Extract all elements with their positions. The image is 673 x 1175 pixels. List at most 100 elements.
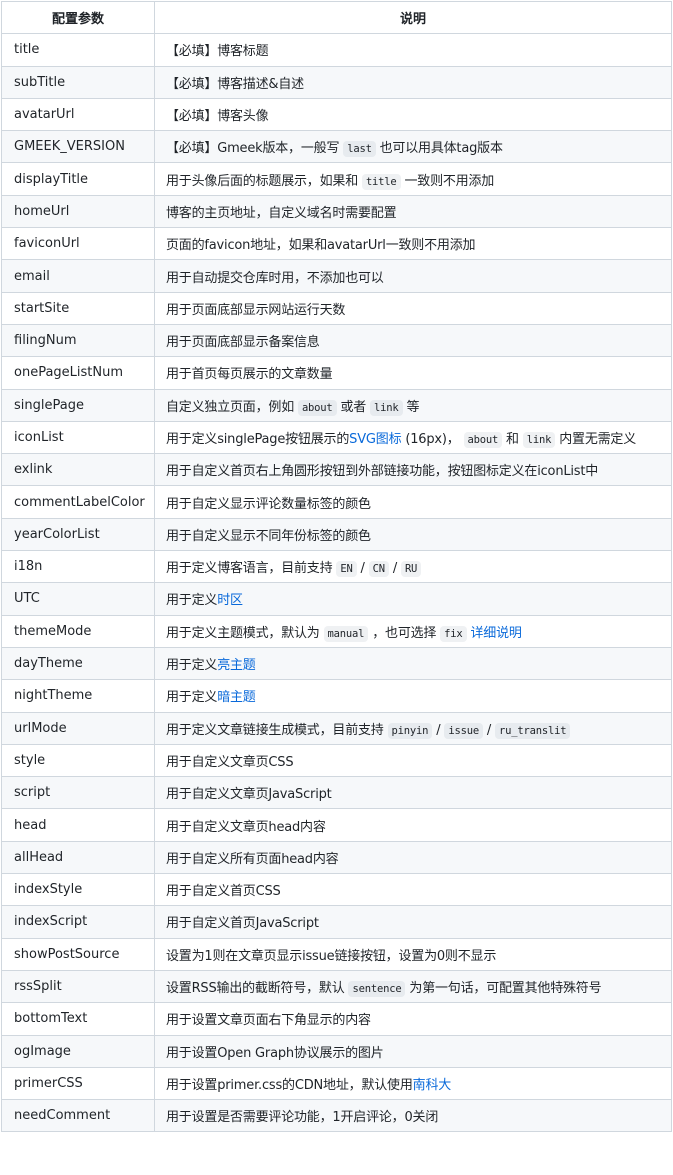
- description-text: 自定义独立页面，例如: [166, 399, 298, 415]
- table-row: email 用于自动提交仓库时用，不添加也可以: [1, 259, 672, 293]
- description-text: 【必填】Gmeek版本，一般写: [166, 141, 344, 157]
- param-description: 用于定义singlePage按钮展示的SVG图标 (16px)， about 和…: [154, 420, 672, 455]
- table-row: bottomText 用于设置文章页面右下角显示的内容: [1, 1002, 672, 1036]
- inline-code: sentence: [348, 981, 406, 998]
- inline-code: link: [370, 399, 403, 416]
- param-description: 用于自定义首页CSS: [154, 873, 672, 907]
- description-text: 用于页面底部显示网站运行天数: [166, 302, 346, 318]
- param-name: indexStyle: [1, 873, 155, 907]
- table-row: rssSplit 设置RSS输出的截断符号，默认 sentence 为第一句话，可…: [1, 969, 672, 1004]
- param-description: 用于页面底部显示备案信息: [154, 323, 672, 358]
- param-name: head: [1, 808, 155, 842]
- param-name: needComment: [1, 1099, 155, 1133]
- param-description: 用于定义亮主题: [154, 646, 672, 681]
- description-text: 等: [402, 399, 420, 415]
- param-description: 【必填】博客头像: [154, 97, 672, 132]
- param-name: GMEEK_VERSION: [1, 130, 155, 164]
- table-row: displayTitle 用于头像后面的标题展示，如果和 title 一致则不用添…: [1, 162, 672, 196]
- inline-code: CN: [368, 561, 389, 578]
- param-description: 用于自动提交仓库时用，不添加也可以: [154, 259, 672, 293]
- param-name: urlMode: [1, 711, 155, 745]
- table-header-row: 配置参数 说明: [1, 0, 672, 35]
- table-row: i18n 用于定义博客语言，目前支持 EN / CN / RU: [1, 550, 672, 584]
- param-name: email: [1, 259, 155, 293]
- param-description: 【必填】博客标题: [154, 33, 672, 67]
- description-text: 设置为1则在文章页显示issue链接按钮，设置为0则不显示: [166, 948, 497, 964]
- param-description: 用于自定义显示评论数量标签的颜色: [154, 485, 672, 519]
- doc-link[interactable]: SVG图标: [349, 432, 401, 447]
- inline-code: about: [297, 399, 337, 416]
- description-text: 用于页面底部显示备案信息: [166, 335, 320, 351]
- description-text: 用于定义: [166, 593, 218, 609]
- param-description: 用于自定义文章页JavaScript: [154, 776, 672, 810]
- table-row: style 用于自定义文章页CSS: [1, 743, 672, 778]
- description-text: /: [432, 722, 445, 738]
- param-name: bottomText: [1, 1002, 155, 1036]
- description-text: /: [482, 722, 495, 738]
- param-description: 用于头像后面的标题展示，如果和 title 一致则不用添加: [154, 162, 672, 196]
- description-text: 用于自定义首页CSS: [166, 884, 281, 900]
- doc-link[interactable]: 时区: [217, 593, 243, 608]
- param-description: 用于设置primer.css的CDN地址，默认使用南科大: [154, 1066, 672, 1101]
- param-description: 用于页面底部显示网站运行天数: [154, 291, 672, 325]
- param-name: indexScript: [1, 905, 155, 939]
- param-name: dayTheme: [1, 646, 155, 681]
- param-description: 设置为1则在文章页显示issue链接按钮，设置为0则不显示: [154, 937, 672, 971]
- header-param: 配置参数: [1, 0, 155, 35]
- param-description: 用于定义主题模式，默认为 manual ，也可选择 fix 详细说明: [154, 614, 672, 648]
- param-name: filingNum: [1, 323, 155, 358]
- table-row: urlMode 用于定义文章链接生成模式，目前支持 pinyin / issue …: [1, 711, 672, 745]
- description-text: 【必填】博客描述&自述: [166, 76, 304, 92]
- table-row: allHead 用于自定义所有页面head内容: [1, 840, 672, 875]
- description-text: 用于设置primer.css的CDN地址，默认使用: [166, 1077, 413, 1093]
- description-text: 也可以用具体tag版本: [375, 141, 503, 157]
- description-text: /: [388, 561, 401, 577]
- description-text: 用于首页每页展示的文章数量: [166, 367, 333, 383]
- param-description: 用于定义文章链接生成模式，目前支持 pinyin / issue / ru_tr…: [154, 711, 672, 745]
- param-name: allHead: [1, 840, 155, 875]
- description-text: 用于设置文章页面右下角显示的内容: [166, 1013, 371, 1029]
- param-name: displayTitle: [1, 162, 155, 196]
- table-row: ogImage 用于设置Open Graph协议展示的图片: [1, 1034, 672, 1068]
- param-description: 用于自定义显示不同年份标签的颜色: [154, 517, 672, 552]
- description-text: 用于自定义所有页面head内容: [166, 851, 339, 867]
- param-name: iconList: [1, 420, 155, 455]
- table-row: iconList 用于定义singlePage按钮展示的SVG图标 (16px)，…: [1, 420, 672, 455]
- table-row: nightTheme 用于定义暗主题: [1, 679, 672, 713]
- doc-link[interactable]: 详细说明: [470, 626, 521, 641]
- param-name: subTitle: [1, 65, 155, 99]
- description-text: 用于自定义文章页head内容: [166, 819, 326, 835]
- table-row: indexStyle 用于自定义首页CSS: [1, 873, 672, 907]
- description-text: 用于设置Open Graph协议展示的图片: [166, 1045, 384, 1061]
- doc-link[interactable]: 亮主题: [217, 658, 256, 673]
- table-row: needComment 用于设置是否需要评论功能，1开启评论，0关闭: [1, 1099, 672, 1133]
- param-description: 设置RSS输出的截断符号，默认 sentence 为第一句话，可配置其他特殊符号: [154, 969, 672, 1004]
- description-text: 用于定义: [166, 658, 218, 674]
- inline-code: ru_translit: [494, 722, 571, 739]
- description-text: 用于设置是否需要评论功能，1开启评论，0关闭: [166, 1110, 439, 1126]
- description-text: 用于自定义文章页CSS: [166, 754, 294, 770]
- doc-link[interactable]: 南科大: [413, 1078, 452, 1093]
- description-text: 【必填】博客标题: [166, 44, 269, 60]
- param-description: 【必填】Gmeek版本，一般写 last 也可以用具体tag版本: [154, 130, 672, 164]
- table-row: startSite 用于页面底部显示网站运行天数: [1, 291, 672, 325]
- param-name: i18n: [1, 550, 155, 584]
- doc-link[interactable]: 暗主题: [217, 690, 256, 705]
- description-text: 用于定义singlePage按钮展示的: [166, 432, 350, 447]
- description-text: 用于定义: [166, 690, 218, 706]
- param-name: primerCSS: [1, 1066, 155, 1101]
- table-row: showPostSource 设置为1则在文章页显示issue链接按钮，设置为0则…: [1, 937, 672, 971]
- table-row: head 用于自定义文章页head内容: [1, 808, 672, 842]
- table-row: title 【必填】博客标题: [1, 33, 672, 67]
- table-row: avatarUrl 【必填】博客头像: [1, 97, 672, 132]
- table-row: filingNum 用于页面底部显示备案信息: [1, 323, 672, 358]
- param-name: onePageListNum: [1, 356, 155, 390]
- param-description: 用于设置文章页面右下角显示的内容: [154, 1002, 672, 1036]
- param-name: ogImage: [1, 1034, 155, 1068]
- description-text: 用于定义文章链接生成模式，目前支持: [166, 722, 388, 738]
- param-description: 用于自定义所有页面head内容: [154, 840, 672, 875]
- description-text: 用于自动提交仓库时用，不添加也可以: [166, 270, 384, 286]
- param-name: avatarUrl: [1, 97, 155, 132]
- description-text: 用于自定义显示不同年份标签的颜色: [166, 528, 371, 544]
- table-row: exlink 用于自定义首页右上角圆形按钮到外部链接功能，按钮图标定义在iconL…: [1, 453, 672, 487]
